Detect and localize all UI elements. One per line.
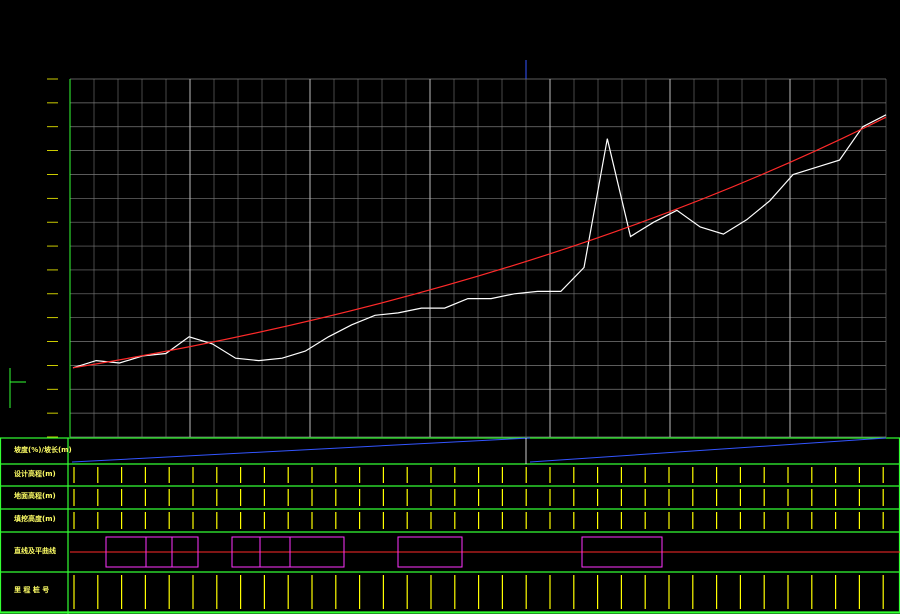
plot-grid [69, 78, 887, 438]
table-row-label: 直线及平曲线 [14, 546, 56, 555]
design-line [72, 116, 887, 369]
table-row-label: 设计高程(m) [14, 469, 56, 478]
ground-line [72, 114, 887, 369]
table-row-label: 地面高程(m) [14, 491, 56, 500]
profile-drawing: 坡度(%)/坡长(m) 设计高程(m) 地面高程(m) 填挖高度(m) 直线及平曲线里 … [0, 60, 900, 614]
slope-segment [71, 437, 531, 463]
table-row-label: 坡度(%)/坡长(m) [14, 445, 72, 454]
slope-segment [529, 437, 887, 463]
table-row-label: 里 程 桩 号 [14, 585, 49, 594]
y-axis-ticks [47, 78, 58, 438]
table-row-label: 填挖高度(m) [14, 514, 56, 523]
annotations [9, 60, 527, 408]
data-table: 坡度(%)/坡长(m) 设计高程(m) 地面高程(m) 填挖高度(m) 直线及平曲线里 … [0, 437, 900, 614]
